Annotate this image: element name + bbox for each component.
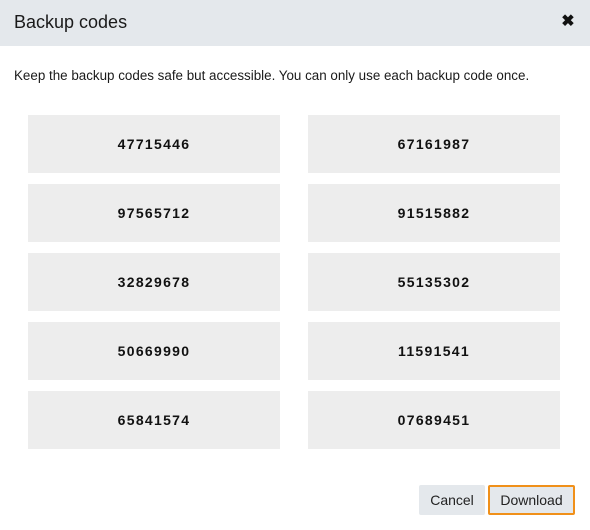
- backup-code: 91515882: [308, 184, 560, 242]
- backup-code: 65841574: [28, 391, 280, 449]
- close-icon[interactable]: ✖: [560, 13, 576, 31]
- backup-codes-grid: 47715446 67161987 97565712 91515882 3282…: [28, 115, 560, 449]
- backup-code: 11591541: [308, 322, 560, 380]
- dialog-description: Keep the backup codes safe but accessibl…: [14, 68, 530, 83]
- backup-code: 50669990: [28, 322, 280, 380]
- backup-code: 47715446: [28, 115, 280, 173]
- dialog-title: Backup codes: [14, 12, 128, 32]
- backup-code: 55135302: [308, 253, 560, 311]
- backup-code: 67161987: [308, 115, 560, 173]
- backup-code: 32829678: [28, 253, 280, 311]
- backup-code: 07689451: [308, 391, 560, 449]
- cancel-button[interactable]: Cancel: [419, 485, 485, 515]
- backup-code: 97565712: [28, 184, 280, 242]
- dialog-header: Backup codes ✖: [0, 0, 590, 46]
- download-button[interactable]: Download: [488, 485, 575, 515]
